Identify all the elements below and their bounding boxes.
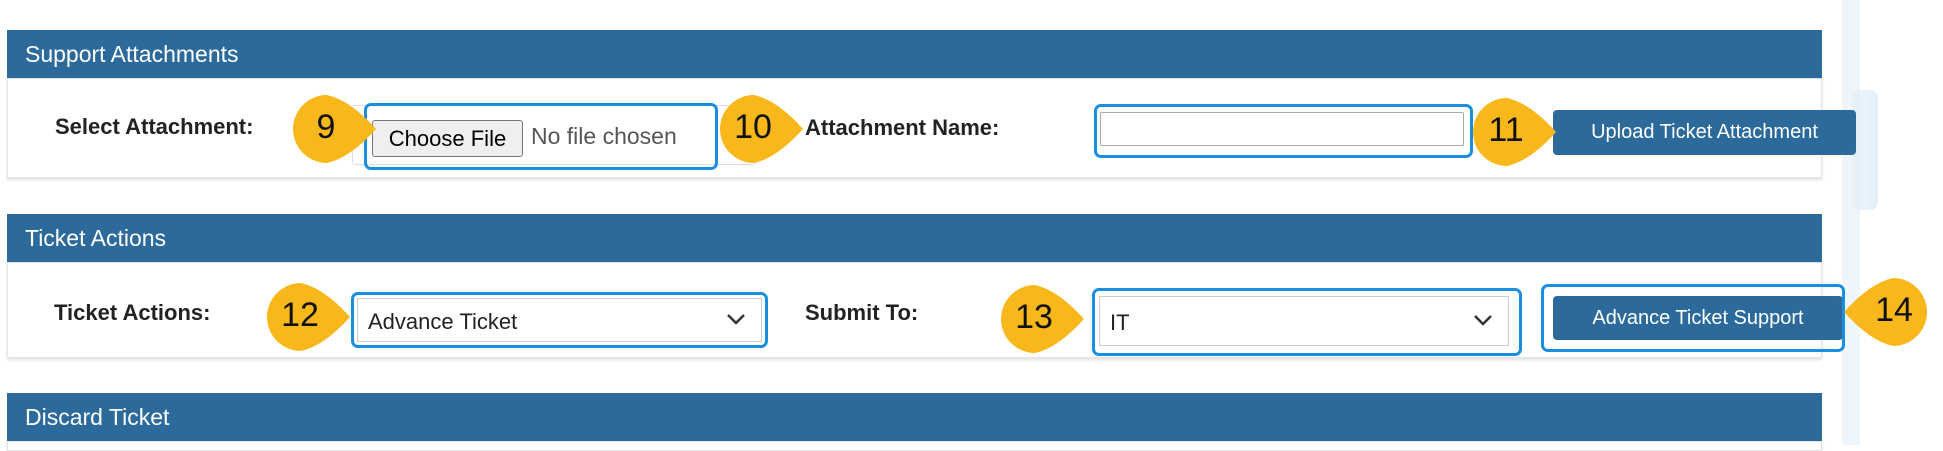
callout-10: 10: [717, 92, 807, 166]
scrollbar-track[interactable]: [1842, 0, 1860, 445]
select-attachment-label: Select Attachment:: [55, 114, 254, 139]
callout-9: 9: [290, 92, 380, 166]
upload-ticket-attachment-button[interactable]: Upload Ticket Attachment: [1553, 110, 1856, 155]
ticket-actions-header: Ticket Actions: [7, 214, 1822, 262]
submit-to-label: Submit To:: [805, 300, 919, 325]
callout-11: 11: [1470, 95, 1560, 169]
attachment-name-label: Attachment Name:: [805, 115, 1000, 140]
callout-12: 12: [264, 280, 354, 354]
highlight-advance-button: [1541, 284, 1845, 352]
highlight-ticket-actions-select: [351, 292, 768, 348]
discard-ticket-header: Discard Ticket: [7, 393, 1822, 441]
callout-14: 14: [1840, 275, 1930, 349]
highlight-attachment-name: [1094, 104, 1473, 158]
highlight-file-input: [364, 103, 718, 170]
discard-ticket-panel: [7, 441, 1822, 451]
support-attachments-header: Support Attachments: [7, 30, 1822, 78]
ticket-actions-label: Ticket Actions:: [54, 300, 211, 325]
highlight-submit-to-select: [1092, 288, 1522, 356]
callout-13: 13: [998, 282, 1088, 356]
